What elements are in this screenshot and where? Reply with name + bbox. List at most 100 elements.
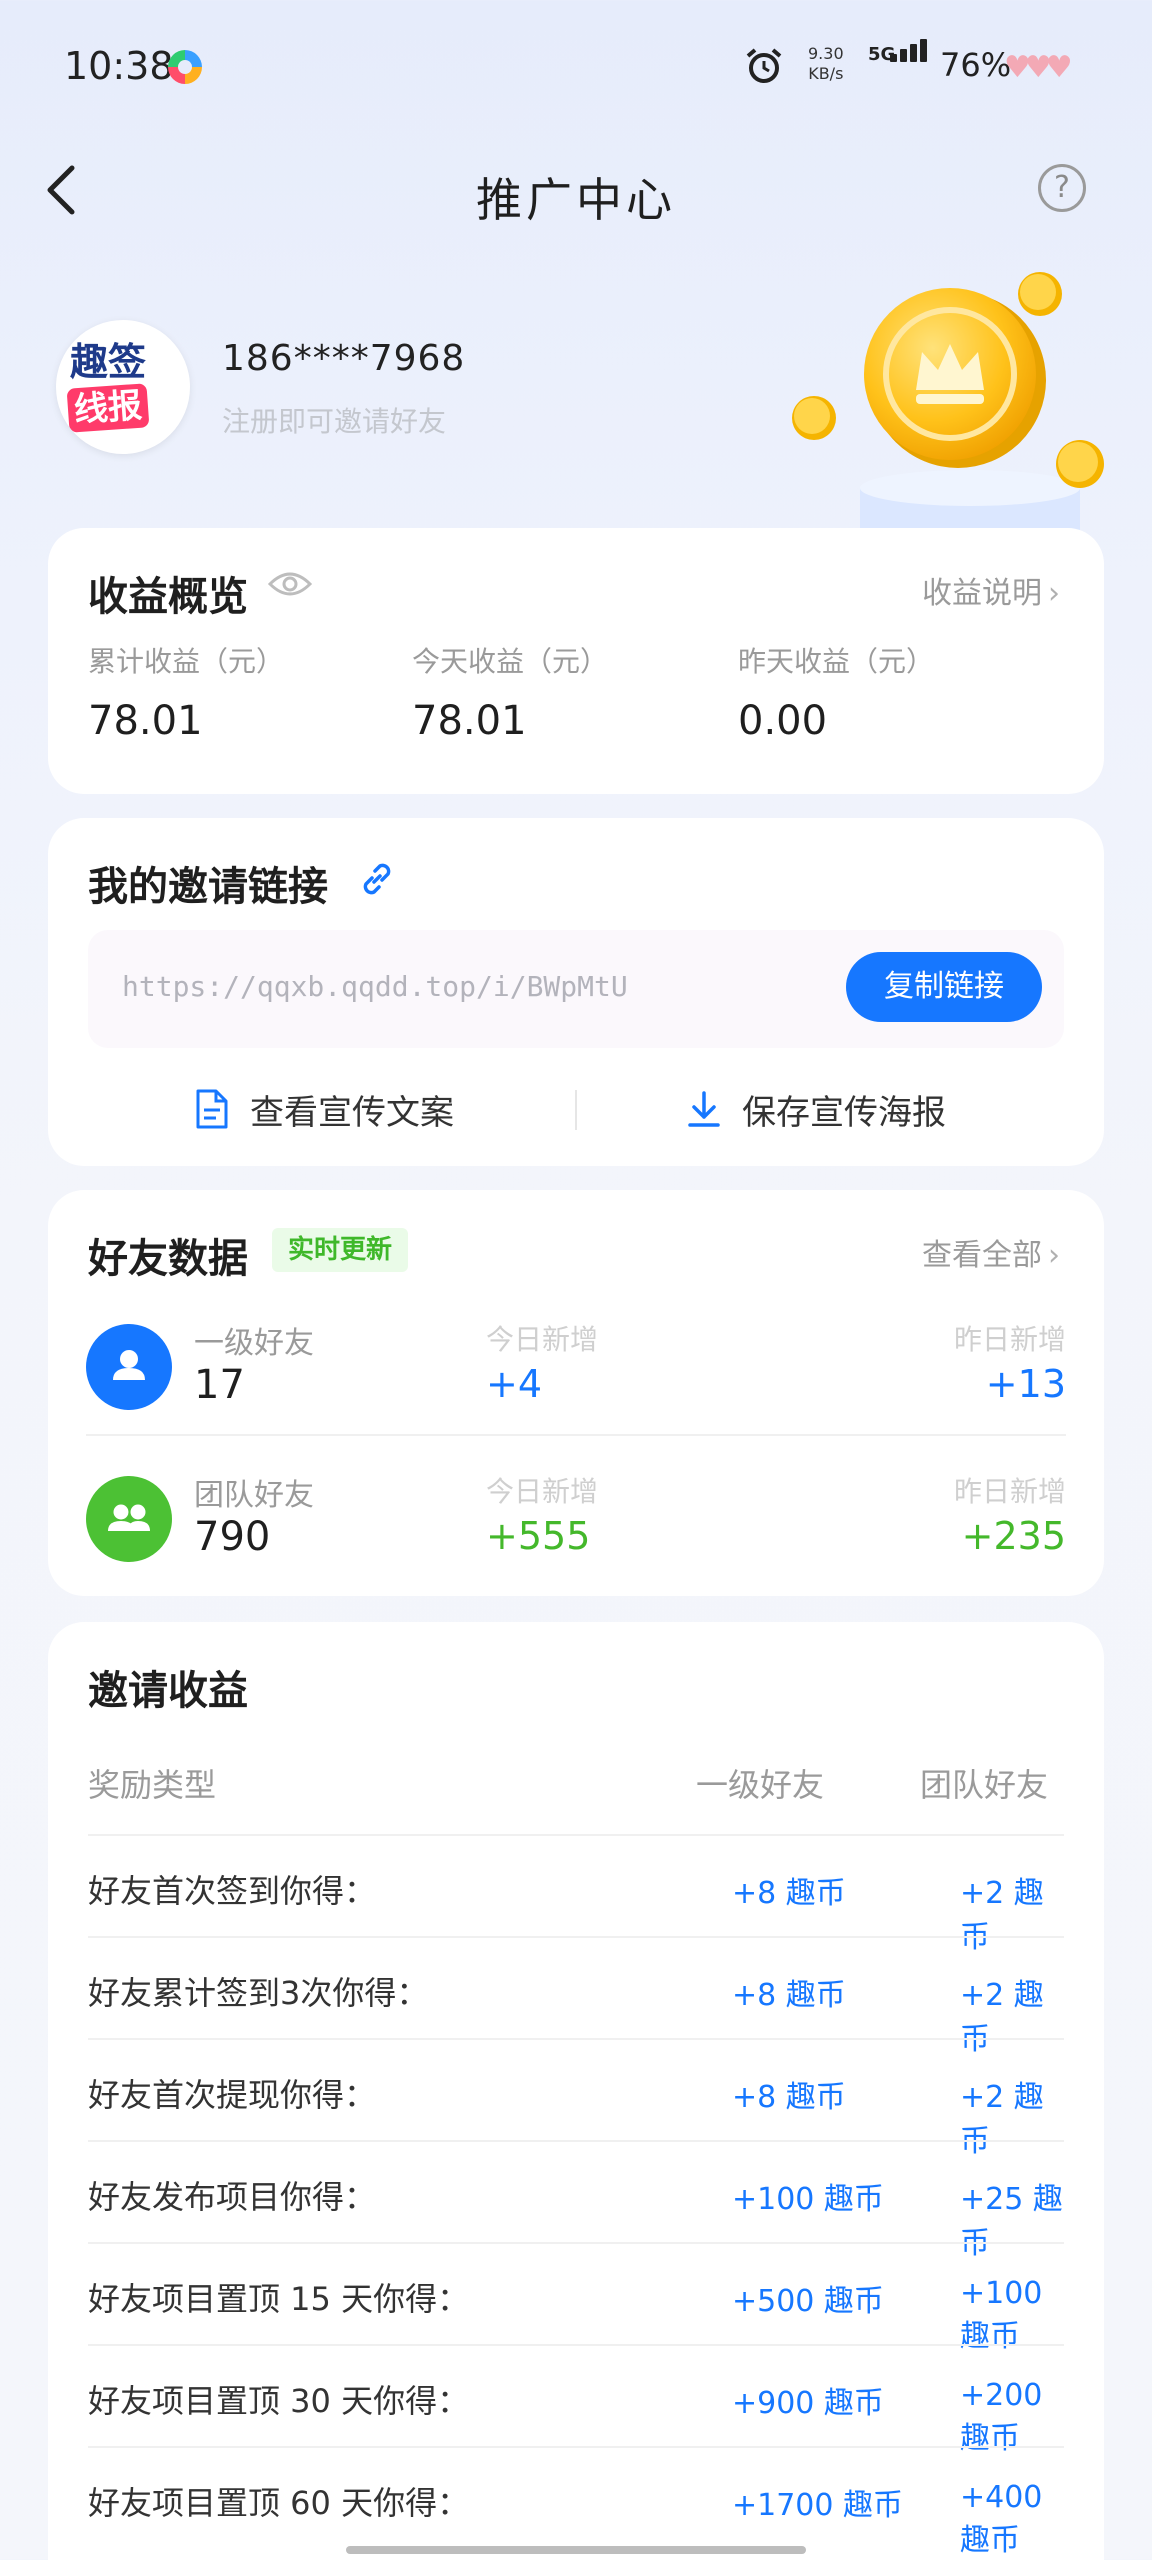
rewards-header-team: 团队好友 [920, 1766, 1049, 1804]
friend-type-label: 一级好友 [194, 1326, 314, 1361]
invite-link-card: 我的邀请链接 https://qqxb.qqdd.top/i/BWpMtU 复制… [48, 818, 1104, 1166]
reward-row: 好友项目置顶 30 天你得： +900 趣币 +200 趣币 [88, 2344, 1064, 2456]
app-logo: 趣签 线报 [66, 336, 180, 436]
app-notification-icon [168, 50, 202, 84]
chevron-right-icon: › [1048, 1238, 1060, 1273]
status-bar: 10:38 9.30 KB/s 5G 76% ♥♥♥ [0, 0, 1152, 130]
help-icon[interactable]: ? [1038, 164, 1086, 212]
yesterday-new-value: +235 [961, 1514, 1066, 1558]
view-all-link[interactable]: 查看全部 › [922, 1230, 1060, 1274]
today-new-value: +555 [486, 1514, 591, 1558]
today-new-value: +4 [486, 1362, 543, 1406]
earnings-total: 累计收益（元） 78.01 [88, 640, 284, 744]
nav-bar: 推广中心 ? [0, 140, 1152, 240]
earnings-yesterday: 昨天收益（元） 0.00 [738, 640, 934, 744]
avatar: 趣签 线报 [56, 320, 190, 454]
reward-row: 好友项目置顶 15 天你得： +500 趣币 +100 趣币 [88, 2242, 1064, 2354]
yesterday-new-label: 昨日新增 [953, 1323, 1066, 1356]
download-icon [688, 1091, 720, 1127]
user-icon [86, 1324, 172, 1410]
friend-count: 17 [194, 1362, 245, 1408]
view-all-label: 查看全部 [922, 1238, 1042, 1273]
earnings-label: 累计收益（元） [88, 645, 285, 678]
realtime-badge: 实时更新 [272, 1228, 409, 1272]
reward-row: 好友项目置顶 60 天你得： +1700 趣币 +400 趣币 [88, 2446, 1064, 2558]
reward-label: 好友项目置顶 15 天你得： [88, 2280, 470, 2318]
logo-text-bottom: 线报 [66, 383, 150, 433]
today-new-label: 今日新增 [486, 1475, 599, 1508]
network-speed: 9.30 KB/s [808, 44, 844, 84]
friends-title: 好友数据 [88, 1236, 248, 1282]
reward-label: 好友首次提现你得： [88, 2076, 377, 2114]
earnings-value: 78.01 [88, 698, 203, 744]
reward-label: 好友项目置顶 60 天你得： [88, 2484, 470, 2522]
battery-level: 76% [940, 46, 1012, 84]
yesterday-new-label: 昨日新增 [953, 1475, 1066, 1508]
link-icon [363, 863, 391, 895]
invite-hint: 注册即可邀请好友 [222, 405, 447, 438]
reward-level1-value: +8 趣币 [732, 1876, 846, 1911]
hearts-icon: ♥♥♥ [1004, 50, 1073, 85]
earnings-explain-label: 收益说明 [922, 576, 1042, 611]
reward-level1-value: +500 趣币 [732, 2284, 884, 2319]
reward-label: 好友发布项目你得： [88, 2178, 377, 2216]
rewards-title: 邀请收益 [88, 1668, 248, 1714]
chevron-right-icon: › [1048, 576, 1060, 611]
speed-value: 9.30 [808, 44, 844, 63]
earnings-label: 今天收益（元） [412, 645, 609, 678]
invite-rewards-card: 邀请收益 奖励类型 一级好友 团队好友 好友首次签到你得： +8 趣币 +2 趣… [48, 1622, 1104, 2560]
document-icon [196, 1089, 228, 1129]
alarm-icon [746, 48, 782, 83]
reward-row: 好友首次提现你得： +8 趣币 +2 趣币 [88, 2038, 1064, 2159]
speed-unit: KB/s [808, 64, 844, 83]
earnings-explain-link[interactable]: 收益说明 › [922, 568, 1060, 612]
save-poster-label: 保存宣传海报 [742, 1092, 946, 1133]
save-poster-button[interactable]: 保存宣传海报 [686, 1074, 946, 1144]
yesterday-new-value: +13 [985, 1362, 1066, 1406]
reward-team-value: +400 趣币 [960, 2480, 1043, 2558]
reward-level1-value: +100 趣币 [732, 2182, 884, 2217]
copy-link-button[interactable]: 复制链接 [846, 952, 1042, 1022]
invite-url-box: https://qqxb.qqdd.top/i/BWpMtU 复制链接 [88, 930, 1064, 1048]
earnings-value: 0.00 [738, 698, 828, 744]
earnings-today: 今天收益（元） 78.01 [412, 640, 608, 744]
rewards-header-level1: 一级好友 [696, 1766, 825, 1804]
rewards-header-type: 奖励类型 [88, 1766, 217, 1804]
earnings-card: 收益概览 收益说明 › 累计收益（元） 78.01 今天收益（元） 78.01 昨… [48, 528, 1104, 794]
earnings-label: 昨天收益（元） [738, 645, 935, 678]
reward-row: 好友累计签到3次你得： +8 趣币 +2 趣币 [88, 1936, 1064, 2057]
logo-text-top: 趣签 [70, 340, 147, 384]
view-copywriting-label: 查看宣传文案 [250, 1092, 454, 1133]
reward-label: 好友累计签到3次你得： [88, 1974, 429, 2012]
row-divider [86, 1434, 1066, 1436]
team-icon [86, 1476, 172, 1562]
page-title: 推广中心 [476, 173, 676, 227]
reward-label: 好友项目置顶 30 天你得： [88, 2382, 470, 2420]
view-copywriting-button[interactable]: 查看宣传文案 [194, 1074, 454, 1144]
signal-indicator: 5G [868, 39, 932, 88]
today-new-label: 今日新增 [486, 1323, 599, 1356]
user-phone: 186****7968 [222, 338, 466, 379]
actions-divider [575, 1090, 577, 1130]
reward-row: 好友首次签到你得： +8 趣币 +2 趣币 [88, 1834, 1064, 1955]
reward-level1-value: +900 趣币 [732, 2386, 884, 2421]
friend-row-team[interactable]: 团队好友 790 今日新增 +555 昨日新增 +235 [48, 1448, 1104, 1598]
earnings-title: 收益概览 [88, 574, 248, 620]
invite-actions: 查看宣传文案 保存宣传海报 [48, 1074, 1104, 1144]
invite-url: https://qqxb.qqdd.top/i/BWpMtU [122, 970, 628, 1003]
invite-title: 我的邀请链接 [88, 864, 328, 910]
friend-row-level1[interactable]: 一级好友 17 今日新增 +4 昨日新增 +13 [48, 1296, 1104, 1446]
gold-coin-illustration [792, 272, 1104, 530]
home-indicator[interactable] [346, 2546, 806, 2554]
reward-row: 好友发布项目你得： +100 趣币 +25 趣币 [88, 2140, 1064, 2261]
friends-data-card: 好友数据 实时更新 查看全部 › 一级好友 17 今日新增 +4 昨日新增 +13… [48, 1190, 1104, 1596]
reward-level1-value: +8 趣币 [732, 2080, 846, 2115]
eye-icon[interactable] [268, 570, 312, 598]
reward-level1-value: +8 趣币 [732, 1978, 846, 2013]
earnings-value: 78.01 [412, 698, 527, 744]
reward-label: 好友首次签到你得： [88, 1872, 377, 1910]
status-time: 10:38 [64, 44, 174, 88]
friend-count: 790 [194, 1514, 271, 1560]
friend-type-label: 团队好友 [194, 1478, 314, 1513]
reward-level1-value: +1700 趣币 [732, 2488, 904, 2523]
